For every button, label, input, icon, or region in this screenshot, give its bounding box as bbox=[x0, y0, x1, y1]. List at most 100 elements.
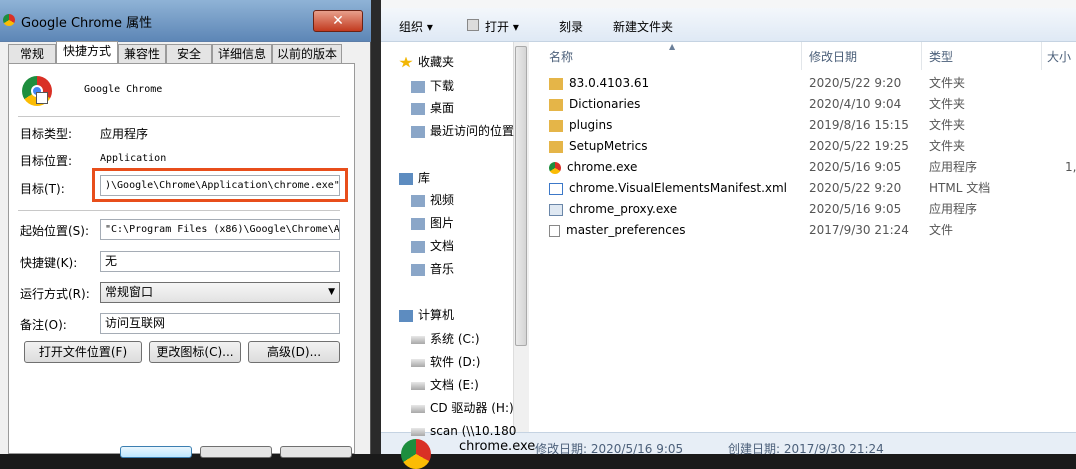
drive-icon bbox=[411, 358, 425, 367]
column-size[interactable]: 大小 bbox=[1047, 48, 1071, 65]
navigation-pane bbox=[381, 42, 531, 432]
folder-icon bbox=[549, 119, 563, 132]
open-file-location-button[interactable]: 打开文件位置(F) bbox=[24, 341, 142, 363]
file-row[interactable]: SetupMetrics 2020/5/22 19:25 文件夹 bbox=[549, 136, 1074, 157]
target-type-value: 应用程序 bbox=[100, 127, 149, 141]
close-button[interactable]: ✕ bbox=[313, 10, 363, 32]
shortcut-arrow-icon bbox=[36, 92, 48, 104]
burn-button[interactable]: 刻录 bbox=[559, 18, 583, 35]
nav-item-label: 桌面 bbox=[430, 101, 455, 115]
nav-item[interactable]: CD 驱动器 (H:) bbox=[411, 398, 514, 418]
nav-item[interactable]: scan (\\10.180 bbox=[411, 421, 516, 441]
nav-item[interactable]: 文档 (E:) bbox=[411, 375, 479, 395]
nav-item[interactable]: 下载 bbox=[411, 76, 454, 96]
chrome-icon bbox=[401, 439, 431, 469]
nav-item-label: 图片 bbox=[430, 216, 455, 230]
file-row[interactable]: chrome.VisualElementsManifest.xml 2020/5/… bbox=[549, 178, 1074, 199]
advanced-button[interactable]: 高级(D)... bbox=[248, 341, 340, 363]
file-date: 2020/5/22 9:20 bbox=[809, 76, 902, 90]
file-row[interactable]: Dictionaries 2020/4/10 9:04 文件夹 bbox=[549, 94, 1074, 115]
picture-icon bbox=[411, 217, 425, 230]
nav-item[interactable]: 库 bbox=[399, 168, 430, 188]
file-row[interactable]: 83.0.4103.61 2020/5/22 9:20 文件夹 bbox=[549, 73, 1074, 94]
file-name: chrome.exe bbox=[567, 160, 638, 174]
nav-scrollbar-thumb[interactable] bbox=[515, 46, 527, 346]
start-in-field[interactable]: "C:\Program Files (x86)\Google\Chrome\A bbox=[100, 219, 340, 240]
target-location-value: Application bbox=[100, 153, 167, 164]
file-name: master_preferences bbox=[566, 223, 686, 237]
folder-icon bbox=[549, 140, 563, 153]
nav-item-label: 系统 (C:) bbox=[430, 332, 480, 346]
nav-item[interactable]: 计算机 bbox=[399, 305, 454, 325]
nav-item[interactable]: 系统 (C:) bbox=[411, 329, 480, 349]
column-type[interactable]: 类型 bbox=[929, 48, 953, 65]
nav-item[interactable]: 图片 bbox=[411, 213, 454, 233]
nav-item[interactable]: 最近访问的位置 bbox=[411, 121, 514, 141]
column-date[interactable]: 修改日期 bbox=[809, 48, 857, 65]
highlight-box bbox=[92, 168, 348, 202]
explorer-window: 组织 ▾ 打开 ▾ 刻录 新建文件夹 名称 ▲ 修改日期 类型 大小 chrom… bbox=[381, 0, 1076, 469]
file-date: 2020/5/22 19:25 bbox=[809, 139, 909, 153]
nav-item-label: 软件 (D:) bbox=[430, 355, 481, 369]
column-divider[interactable] bbox=[801, 42, 802, 70]
file-type: 文件夹 bbox=[929, 139, 966, 153]
tab-shortcut[interactable]: 快捷方式 bbox=[56, 41, 118, 65]
status-created: 创建日期: 2017/9/30 21:24 bbox=[728, 442, 884, 456]
tab-security[interactable]: 安全 bbox=[166, 44, 212, 64]
hotkey-field[interactable]: 无 bbox=[100, 251, 340, 272]
nav-item[interactable]: 桌面 bbox=[411, 98, 454, 118]
file-name: chrome_proxy.exe bbox=[569, 202, 678, 216]
status-modified: 修改日期: 2020/5/16 9:05 bbox=[535, 442, 684, 456]
column-divider[interactable] bbox=[921, 42, 922, 70]
run-select-value: 常规窗口 bbox=[105, 285, 154, 299]
file-row[interactable]: plugins 2019/8/16 15:15 文件夹 bbox=[549, 115, 1074, 136]
nav-item[interactable]: 软件 (D:) bbox=[411, 352, 480, 372]
nav-item-label: 计算机 bbox=[418, 308, 455, 322]
nav-item-label: 库 bbox=[418, 171, 431, 185]
open-button[interactable]: 打开 ▾ bbox=[485, 18, 519, 35]
column-name[interactable]: 名称 bbox=[549, 48, 573, 65]
new-folder-button[interactable]: 新建文件夹 bbox=[613, 18, 673, 35]
file-row[interactable]: master_preferences 2017/9/30 21:24 文件 bbox=[549, 220, 1074, 241]
cancel-button[interactable] bbox=[200, 446, 272, 458]
comment-field[interactable]: 访问互联网 bbox=[100, 313, 340, 334]
nav-item[interactable]: 文档 bbox=[411, 236, 454, 256]
chevron-down-icon: ▼ bbox=[328, 287, 335, 297]
file-date: 2020/4/10 9:04 bbox=[809, 97, 902, 111]
file-type: 应用程序 bbox=[929, 202, 978, 216]
nav-item[interactable]: 收藏夹 bbox=[399, 52, 454, 72]
nav-item-label: 文档 bbox=[430, 239, 455, 253]
tab-compatibility[interactable]: 兼容性 bbox=[118, 44, 166, 64]
sort-up-icon: ▲ bbox=[669, 42, 676, 51]
file-type: 文件 bbox=[929, 223, 954, 237]
tab-previous-versions[interactable]: 以前的版本 bbox=[272, 44, 342, 64]
target-location-label: 目标位置: bbox=[20, 154, 73, 168]
dialog-titlebar[interactable]: Google Chrome 属性 ✕ bbox=[0, 0, 371, 42]
nav-item[interactable]: 音乐 bbox=[411, 259, 454, 279]
file-size: 1, bbox=[1065, 160, 1076, 174]
nav-item-label: 视频 bbox=[430, 193, 455, 207]
ok-button[interactable] bbox=[120, 446, 192, 458]
properties-dialog: Google Chrome 属性 ✕ 常规 快捷方式 兼容性 安全 详细信息 以… bbox=[0, 0, 371, 458]
apply-button[interactable] bbox=[280, 446, 352, 458]
organize-button[interactable]: 组织 ▾ bbox=[399, 18, 433, 35]
video-icon bbox=[411, 194, 425, 207]
tab-details[interactable]: 详细信息 bbox=[212, 44, 272, 64]
dialog-title: Google Chrome 属性 bbox=[21, 16, 153, 31]
music-icon bbox=[411, 263, 425, 276]
run-select[interactable]: 常规窗口 ▼ bbox=[100, 282, 340, 303]
file-date: 2019/8/16 15:15 bbox=[809, 118, 909, 132]
tab-general[interactable]: 常规 bbox=[8, 44, 56, 64]
nav-item[interactable]: 视频 bbox=[411, 190, 454, 210]
change-icon-button[interactable]: 更改图标(C)... bbox=[149, 341, 241, 363]
status-filename: chrome.exe bbox=[459, 439, 536, 454]
column-divider[interactable] bbox=[1041, 42, 1042, 70]
nav-item-label: 音乐 bbox=[430, 262, 455, 276]
nav-item-label: 收藏夹 bbox=[418, 55, 455, 69]
file-date: 2020/5/16 9:05 bbox=[809, 160, 902, 174]
nav-item-label: 文档 (E:) bbox=[430, 378, 479, 392]
file-row[interactable]: chrome_proxy.exe 2020/5/16 9:05 应用程序 bbox=[549, 199, 1074, 220]
folder-icon bbox=[549, 98, 563, 111]
file-row[interactable]: chrome.exe 2020/5/16 9:05 应用程序 1, bbox=[549, 157, 1076, 178]
start-in-label: 起始位置(S): bbox=[20, 224, 90, 238]
